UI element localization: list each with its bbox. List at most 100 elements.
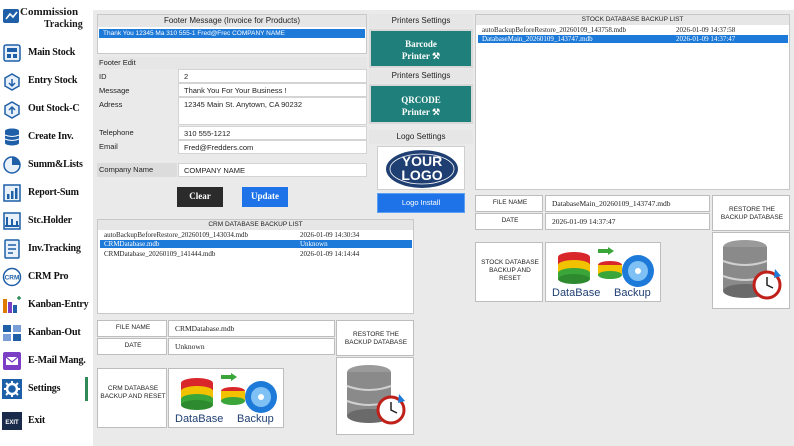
stock-backup-label-box: STOCK DATABASE BACKUP AND RESET <box>475 242 543 302</box>
kanban-out-icon <box>3 325 21 341</box>
sidebar: Commission Tracking Main Stock Entry Sto… <box>0 0 92 446</box>
create-invoice-icon <box>4 128 20 146</box>
sidebar-item-out-stock[interactable]: Out Stock-C <box>0 97 92 121</box>
stock-file-name-value-box: DatabaseMain_20260109_143747.mdb <box>545 195 710 212</box>
message-label: Message <box>99 86 130 95</box>
sidebar-item-label: CRM Pro <box>28 271 69 282</box>
sidebar-item-exit[interactable]: EXIT Exit <box>0 409 92 433</box>
crm-file-name-label: FILE NAME <box>115 324 151 331</box>
telephone-field[interactable]: 310 555-1212 <box>178 126 367 140</box>
message-field[interactable]: Thank You For Your Business ! <box>178 83 367 97</box>
company-name-label: Company Name <box>99 165 154 174</box>
footer-edit-header: Footer Edit <box>97 57 367 69</box>
app-logo: Commission Tracking <box>0 2 92 32</box>
stock-backup-row-selected[interactable]: DatabaseMain_20260109_143747.mdb 2026-01… <box>478 35 788 43</box>
active-indicator <box>85 377 88 401</box>
backup-file-date: 2026-01-09 14:14:44 <box>300 250 360 258</box>
email-label: Email <box>99 142 118 151</box>
sidebar-item-stc-holder[interactable]: Stc.Holder <box>0 209 92 233</box>
stock-holder-icon <box>3 212 21 230</box>
stock-backup-list-title: STOCK DATABASE BACKUP LIST <box>476 15 789 25</box>
id-field[interactable]: 2 <box>178 69 367 83</box>
crm-icon: CRM <box>2 267 22 287</box>
crm-backup-label-box: CRM DATABASE BACKUP AND RESET <box>97 368 167 428</box>
invoice-tracking-icon <box>4 239 20 259</box>
stock-date-label-box: DATE <box>475 213 543 230</box>
qrcode-printer-button[interactable]: QRCODE Printer ⚒ <box>369 84 473 124</box>
stock-restore-button[interactable] <box>712 232 790 309</box>
svg-text:CRM: CRM <box>5 275 20 282</box>
sidebar-item-label: Main Stock <box>28 47 76 58</box>
crm-backup-row[interactable]: CRMDatabase_20260109_141444.mdb 2026-01-… <box>100 250 412 258</box>
sidebar-item-create-invoice[interactable]: Create Inv. <box>0 125 92 149</box>
email-icon <box>3 352 21 370</box>
sidebar-item-label: Summ&Lists <box>28 159 83 170</box>
crm-date-label: DATE <box>124 342 142 349</box>
commission-logo-icon <box>3 9 19 23</box>
sidebar-item-label: Entry Stock <box>28 75 78 86</box>
stock-date-value: 2026-01-09 14:37:47 <box>552 217 616 226</box>
entry-stock-icon <box>4 73 20 91</box>
stock-date-label: DATE <box>501 217 519 224</box>
sidebar-item-label: Exit <box>28 415 45 426</box>
backup-file-name: autoBackupBeforeRestore_20260109_143758.… <box>482 26 627 34</box>
footer-message-row[interactable]: Thank You 12345 Ma 310 555-1 Fred@Frec C… <box>99 29 365 38</box>
company-name-field[interactable]: COMPANY NAME <box>178 163 367 177</box>
sidebar-item-kanban-out[interactable]: Kanban-Out <box>0 321 92 345</box>
sidebar-item-email[interactable]: E-Mail Mang. <box>0 349 92 373</box>
sidebar-item-label: Kanban-Entry <box>28 299 89 310</box>
id-label: ID <box>99 72 107 81</box>
crm-backup-list-title: CRM DATABASE BACKUP LIST <box>98 220 413 230</box>
sidebar-item-summ-lists[interactable]: Summ&Lists <box>0 153 92 177</box>
app-title-line2: Tracking <box>44 19 83 30</box>
email-field[interactable]: Fred@Fredders.com <box>178 140 367 154</box>
sidebar-item-label: Inv.Tracking <box>28 243 81 254</box>
restore-database-icon <box>722 240 782 300</box>
crm-date-label-box: DATE <box>97 338 167 355</box>
backup-text: Backup <box>614 287 651 299</box>
crm-backup-row-selected[interactable]: CRMDatabase.mdb Unknown <box>100 240 412 248</box>
company-name-label-box: Company Name <box>97 163 177 177</box>
sidebar-item-report-sum[interactable]: Report-Sum <box>0 181 92 205</box>
stock-file-name-label-box: FILE NAME <box>475 195 543 212</box>
stock-file-name-label: FILE NAME <box>492 199 528 206</box>
update-button[interactable]: Update <box>242 187 288 207</box>
sidebar-item-label: Kanban-Out <box>28 327 81 338</box>
barcode-printer-button[interactable]: Barcode Printer ⚒ <box>369 29 473 68</box>
crm-restore-button[interactable] <box>336 357 414 435</box>
backup-file-name: CRMDatabase_20260109_141444.mdb <box>104 250 216 258</box>
stock-restore-label: RESTORE THE BACKUP DATABASE <box>720 206 784 221</box>
sidebar-item-label: Settings <box>28 383 61 394</box>
address-field[interactable]: 12345 Main St. Anytown, CA 90232 <box>178 97 367 125</box>
backup-text: Backup <box>237 413 274 425</box>
backup-file-date: 2026-01-09 14:30:34 <box>300 231 360 239</box>
sidebar-item-label: E-Mail Mang. <box>28 355 86 366</box>
stock-backup-label: STOCK DATABASE BACKUP AND RESET <box>481 259 539 282</box>
backup-file-name: autoBackupBeforeRestore_20260109_143034.… <box>104 231 249 239</box>
printers-settings-title-2: Printers Settings <box>369 69 473 83</box>
stock-backup-reset-button[interactable]: DataBase Backup <box>545 242 661 302</box>
summary-chart-icon <box>3 156 21 174</box>
sidebar-item-label: Stc.Holder <box>28 215 72 226</box>
report-icon <box>3 184 21 202</box>
exit-icon: EXIT <box>2 412 22 430</box>
sidebar-item-crm-pro[interactable]: CRM CRM Pro <box>0 265 92 289</box>
backup-file-date: Unknown <box>300 240 328 248</box>
sidebar-item-entry-stock[interactable]: Entry Stock <box>0 69 92 93</box>
clear-button[interactable]: Clear <box>177 187 223 207</box>
qrcode-printer-label-2: Printer ⚒ <box>401 107 441 117</box>
crm-file-name-value-box: CRMDatabase.mdb <box>168 320 335 337</box>
logo-settings-title: Logo Settings <box>369 130 473 144</box>
svg-text:EXIT: EXIT <box>5 420 19 426</box>
logo-install-button[interactable]: Logo Install <box>377 193 465 213</box>
crm-backup-row[interactable]: autoBackupBeforeRestore_20260109_143034.… <box>100 231 412 239</box>
stock-backup-row[interactable]: autoBackupBeforeRestore_20260109_143758.… <box>478 26 788 34</box>
sidebar-item-kanban-entry[interactable]: Kanban-Entry <box>0 293 92 317</box>
barcode-printer-label-2: Printer ⚒ <box>401 51 441 61</box>
sidebar-item-main-stock[interactable]: Main Stock <box>0 41 92 65</box>
footer-message-panel: Footer Message (Invoice for Products) Th… <box>97 14 367 54</box>
sidebar-item-inv-tracking[interactable]: Inv.Tracking <box>0 237 92 261</box>
sidebar-item-settings[interactable]: Settings <box>0 377 92 401</box>
logo-preview: YOUR LOGO <box>377 146 465 190</box>
crm-backup-reset-button[interactable]: DataBase Backup <box>168 368 284 428</box>
